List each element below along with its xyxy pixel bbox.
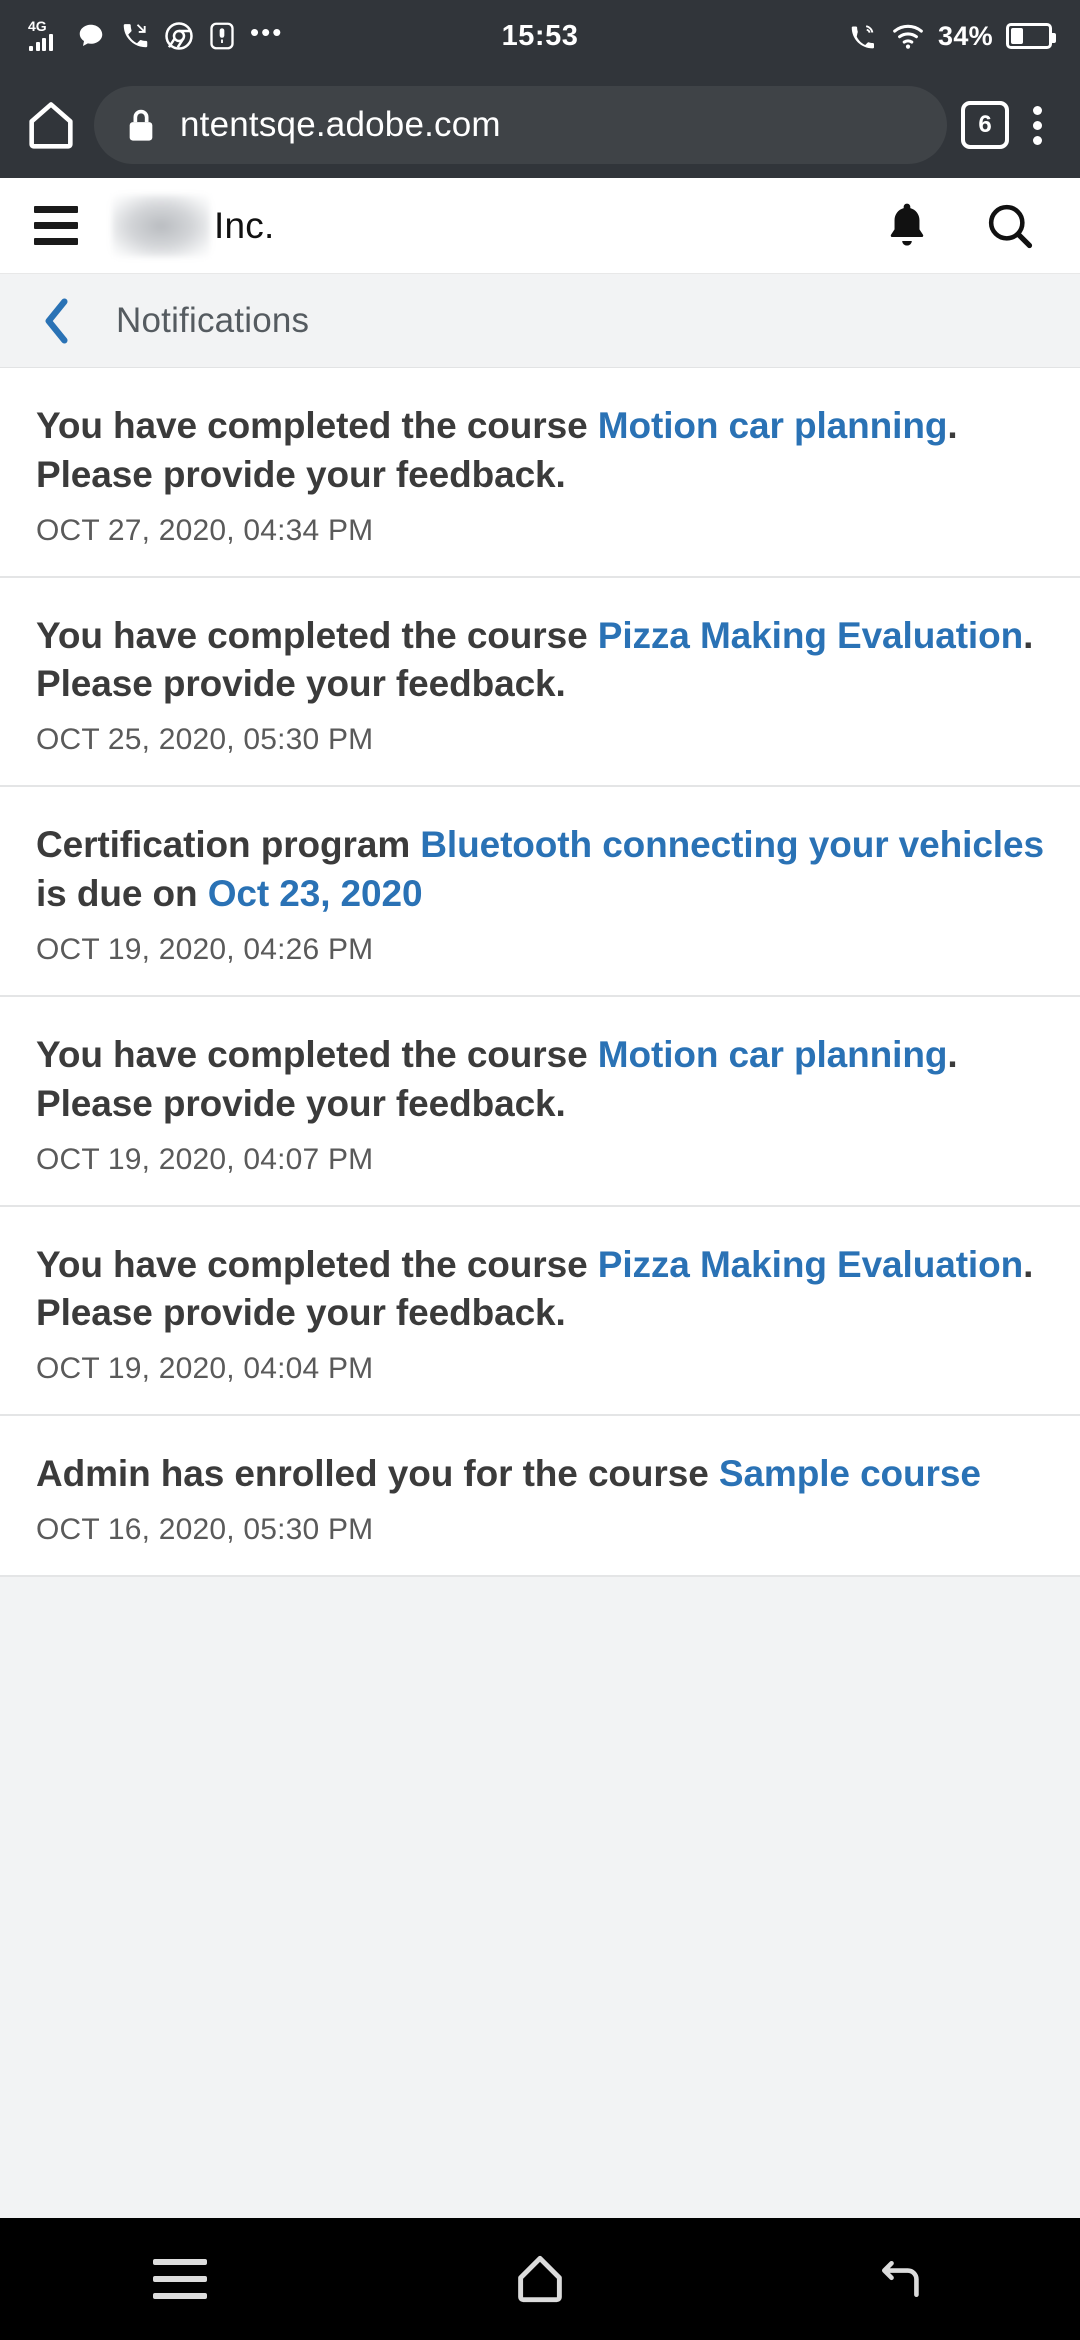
notification-link[interactable]: Sample course xyxy=(719,1453,981,1494)
wifi-icon xyxy=(891,22,925,50)
notification-timestamp: OCT 19, 2020, 04:26 PM xyxy=(36,932,374,966)
notification-link[interactable]: Motion car planning xyxy=(598,1034,948,1075)
page-title: Notifications xyxy=(116,300,310,340)
signal-icon: 4G xyxy=(28,18,62,51)
notification-link[interactable]: Pizza Making Evaluation xyxy=(598,1244,1023,1285)
chrome-icon xyxy=(164,21,194,51)
home-icon[interactable] xyxy=(22,96,80,154)
notification-link[interactable]: Pizza Making Evaluation xyxy=(598,615,1023,656)
hamburger-menu-icon[interactable] xyxy=(34,206,78,245)
brand-name-label: Inc. xyxy=(214,204,275,246)
kebab-menu-icon[interactable] xyxy=(1023,105,1058,145)
notification-item[interactable]: You have completed the course Pizza Maki… xyxy=(0,1206,1080,1417)
lock-icon xyxy=(124,106,158,144)
bell-icon[interactable] xyxy=(882,199,932,253)
battery-percent-label: 34% xyxy=(938,20,993,51)
call-wifi-icon xyxy=(848,21,878,51)
notification-message: You have completed the course Motion car… xyxy=(36,1031,1044,1129)
brand-logo: Inc. xyxy=(112,194,275,257)
notification-item[interactable]: Certification program Bluetooth connecti… xyxy=(0,787,1080,997)
voice-recorder-icon xyxy=(208,21,236,51)
notification-message: You have completed the course Pizza Maki… xyxy=(36,612,1044,710)
notification-text-segment: is due on xyxy=(36,873,208,915)
tab-counter-button[interactable]: 6 xyxy=(961,101,1009,149)
notification-message: You have completed the course Pizza Maki… xyxy=(36,1241,1044,1339)
notification-item[interactable]: You have completed the course Motion car… xyxy=(0,368,1080,578)
notification-text-segment: You have completed the course xyxy=(36,614,598,656)
overflow-icon: ••• xyxy=(250,17,284,47)
notification-item[interactable]: Admin has enrolled you for the course Sa… xyxy=(0,1416,1080,1578)
message-icon xyxy=(76,21,106,51)
android-nav-bar xyxy=(0,2218,1080,2340)
notification-text-segment: Admin has enrolled you for the course xyxy=(36,1453,719,1495)
browser-toolbar: ntentsqe.adobe.com 6 xyxy=(0,72,1080,178)
redacted-company-logo xyxy=(112,194,210,257)
page-subheader: Notifications xyxy=(0,274,1080,368)
notification-item[interactable]: You have completed the course Motion car… xyxy=(0,996,1080,1207)
search-icon[interactable] xyxy=(984,200,1036,252)
url-text: ntentsqe.adobe.com xyxy=(180,105,501,144)
notification-text-segment: You have completed the course xyxy=(36,1033,598,1075)
notification-timestamp: OCT 19, 2020, 04:07 PM xyxy=(36,1142,374,1176)
back-icon[interactable] xyxy=(840,2218,960,2340)
status-bar-left-icons: 4G ••• xyxy=(28,17,284,51)
notification-timestamp: OCT 19, 2020, 04:04 PM xyxy=(36,1352,374,1386)
signal-bars xyxy=(29,34,53,51)
notification-link[interactable]: Motion car planning xyxy=(598,405,948,446)
notification-text-segment: Certification program xyxy=(36,824,421,866)
missed-call-icon xyxy=(120,21,150,51)
notification-link[interactable]: Oct 23, 2020 xyxy=(208,873,423,914)
app-header: Inc. xyxy=(0,178,1080,274)
android-status-bar: 4G ••• 15:53 34% xyxy=(0,0,1080,72)
notification-list[interactable]: You have completed the course Motion car… xyxy=(0,368,1080,2218)
notification-message: Certification program Bluetooth connecti… xyxy=(36,821,1044,919)
notification-message: Admin has enrolled you for the course Sa… xyxy=(36,1450,1044,1499)
chevron-left-icon[interactable] xyxy=(34,297,80,345)
notification-message: You have completed the course Motion car… xyxy=(36,402,1044,500)
recents-icon[interactable] xyxy=(120,2218,240,2340)
home-icon[interactable] xyxy=(480,2218,600,2340)
notification-link[interactable]: Bluetooth connecting your vehicles xyxy=(420,824,1044,865)
notification-timestamp: OCT 16, 2020, 05:30 PM xyxy=(36,1513,374,1547)
notification-timestamp: OCT 25, 2020, 05:30 PM xyxy=(36,723,374,757)
notification-item[interactable]: You have completed the course Pizza Maki… xyxy=(0,577,1080,788)
notification-text-segment: You have completed the course xyxy=(36,1243,598,1285)
status-bar-right-icons: 34% xyxy=(848,20,1056,52)
battery-icon xyxy=(1006,23,1056,49)
url-bar[interactable]: ntentsqe.adobe.com xyxy=(94,86,947,164)
header-actions xyxy=(882,199,1046,253)
network-type-label: 4G xyxy=(28,18,47,34)
notification-timestamp: OCT 27, 2020, 04:34 PM xyxy=(36,513,374,547)
notification-text-segment: You have completed the course xyxy=(36,405,598,446)
phone-screen: 4G ••• 15:53 34% ntentsqe.adobe.com 6 In… xyxy=(0,0,1080,2340)
